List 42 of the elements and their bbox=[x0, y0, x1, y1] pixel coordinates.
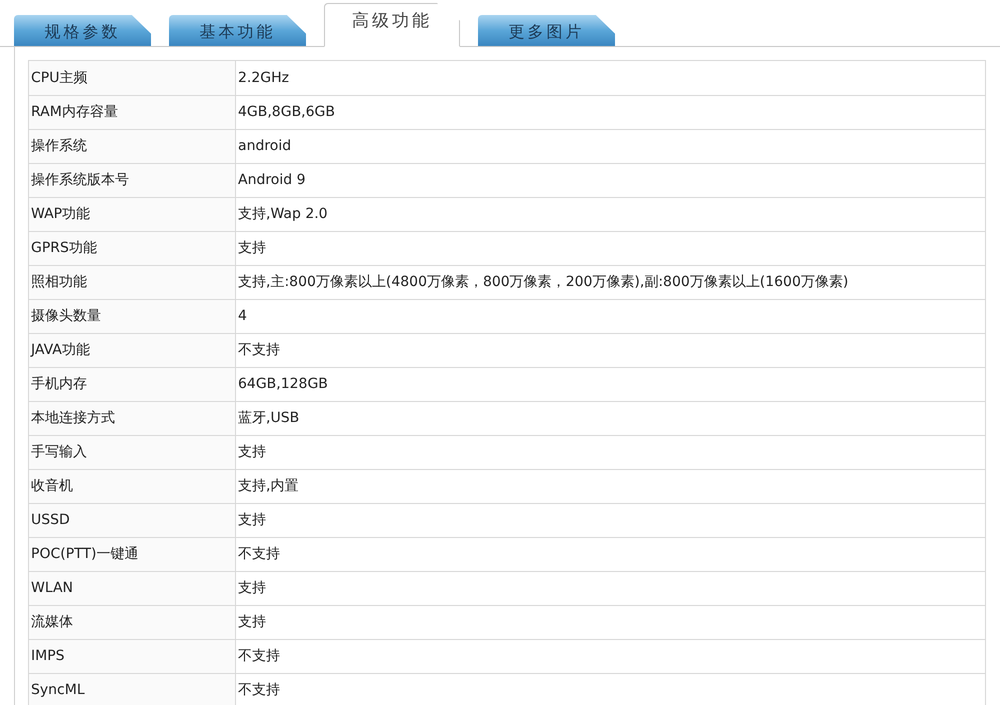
spec-value: 不支持 bbox=[237, 681, 281, 700]
spec-label: 摄像头数量 bbox=[29, 300, 236, 333]
spec-label: CPU主频 bbox=[29, 61, 236, 95]
spec-label: 本地连接方式 bbox=[29, 402, 236, 435]
spec-label: JAVA功能 bbox=[29, 334, 236, 367]
spec-label: USSD bbox=[29, 504, 236, 537]
spec-label: 照相功能 bbox=[29, 266, 236, 299]
spec-value: 支持,内置 bbox=[237, 477, 300, 496]
spec-label: 操作系统 bbox=[29, 130, 236, 163]
tab[interactable]: 更多图片 bbox=[478, 15, 615, 46]
spec-label: 手写输入 bbox=[29, 436, 236, 469]
spec-value: 支持 bbox=[237, 511, 267, 530]
spec-value: 4 bbox=[237, 307, 248, 326]
tab[interactable]: 基本功能 bbox=[169, 15, 306, 46]
spec-label: SyncML bbox=[29, 674, 236, 705]
spec-label: 流媒体 bbox=[29, 606, 236, 639]
spec-value: 支持 bbox=[237, 443, 267, 462]
spec-label: IMPS bbox=[29, 640, 236, 673]
spec-value: 不支持 bbox=[237, 545, 281, 564]
spec-label: 手机内存 bbox=[29, 368, 236, 401]
spec-value: 4GB,8GB,6GB bbox=[237, 103, 336, 122]
spec-value: 支持 bbox=[237, 579, 267, 598]
spec-label: POC(PTT)一键通 bbox=[29, 538, 236, 571]
spec-value: 2.2GHz bbox=[237, 68, 290, 88]
spec-value: 64GB,128GB bbox=[237, 375, 329, 394]
spec-value: 不支持 bbox=[237, 341, 281, 360]
spec-value: android bbox=[237, 137, 292, 156]
spec-label: GPRS功能 bbox=[29, 232, 236, 265]
spec-value: 支持,主:800万像素以上(4800万像素，800万像素，200万像素),副:800万像素以上(1600万像素) bbox=[237, 273, 850, 292]
spec-label: WLAN bbox=[29, 572, 236, 605]
tab[interactable]: 规格参数 bbox=[14, 15, 151, 46]
spec-label: WAP功能 bbox=[29, 198, 236, 231]
spec-label: 收音机 bbox=[29, 470, 236, 503]
tab[interactable]: 高级功能 bbox=[324, 3, 460, 47]
spec-value: 支持,Wap 2.0 bbox=[237, 205, 329, 224]
spec-label: 操作系统版本号 bbox=[29, 164, 236, 197]
spec-value: 不支持 bbox=[237, 647, 281, 666]
spec-value: 支持 bbox=[237, 239, 267, 258]
spec-value: Android 9 bbox=[237, 171, 306, 190]
spec-label: RAM内存容量 bbox=[29, 96, 236, 129]
spec-value: 支持 bbox=[237, 613, 267, 632]
spec-value: 蓝牙,USB bbox=[237, 409, 300, 428]
